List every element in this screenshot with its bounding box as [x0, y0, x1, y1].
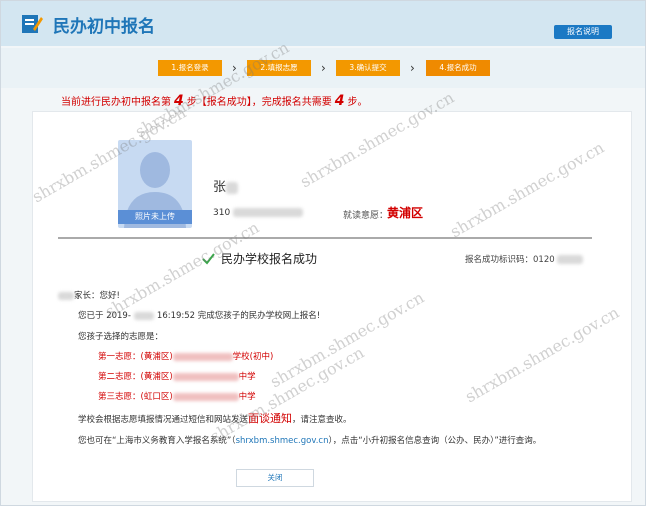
- step-1: 1.报名登录: [158, 60, 222, 76]
- chevron-right-icon: ›: [321, 61, 326, 75]
- check-icon: [202, 253, 215, 265]
- divider: [58, 237, 592, 239]
- school-district: 黄浦区: [387, 206, 424, 220]
- query-suffix: ），点击“小升初报名信息查询（公办、民办）”进行查询。: [328, 436, 542, 446]
- choice-2-suffix: 中学: [238, 372, 256, 382]
- query-hint: 您也可在“上海市义务教育入学报名系统”（shrxbm.shmec.gov.cn）…: [78, 434, 541, 446]
- masked-text: [172, 352, 233, 361]
- notice-suffix: ，请注意查收。: [292, 415, 352, 425]
- current-step: 4: [174, 93, 184, 109]
- submission-prefix: 您已于 2019-: [78, 311, 131, 321]
- result-card: 照片未上传 张 310 就读意愿： 黄浦区 民办学校报名成功 报名成功标识码：0…: [32, 111, 632, 502]
- success-title: 民办学校报名成功: [221, 252, 318, 266]
- progress-prefix: 当前进行民办初中报名第: [61, 97, 171, 108]
- masked-text: [172, 392, 239, 401]
- chevron-right-icon: ›: [232, 61, 237, 75]
- choice-2-prefix: 第二志愿：(黄浦区): [98, 372, 173, 382]
- choice-3-prefix: 第三志愿：(虹口区): [98, 392, 173, 402]
- masked-text: [58, 291, 74, 300]
- step-2: 2.填报志愿: [247, 60, 311, 76]
- masked-text: [172, 372, 239, 381]
- serial-number: 报名成功标识码：0120: [465, 253, 583, 265]
- step-progress-bar: 1.报名登录 › 2.填报志愿 › 3.确认提交 › 4.报名成功: [1, 48, 645, 88]
- progress-message: 当前进行民办初中报名第 4 步【报名成功】，完成报名共需要 4 步。: [61, 93, 368, 109]
- step-4: 4.报名成功: [426, 60, 490, 76]
- notice-highlight: 面谈通知: [248, 412, 293, 425]
- page-title: 民办初中报名: [53, 17, 155, 37]
- choice-1-suffix: 学校(初中): [232, 352, 274, 362]
- choice-1-prefix: 第一志愿：(黄浦区): [98, 352, 173, 362]
- app-header: 民办初中报名 报名说明: [1, 1, 645, 46]
- choice-2: 第二志愿：(黄浦区) 中学: [98, 370, 256, 382]
- avatar-label: 照片未上传: [118, 210, 192, 224]
- student-name-text: 张: [213, 180, 227, 195]
- serial-value: 0120: [533, 255, 555, 265]
- school-label: 就读意愿：: [343, 211, 389, 221]
- notice-prefix: 学校会根据志愿填报情况通过短信和网站发送: [78, 415, 249, 425]
- help-button[interactable]: 报名说明: [554, 25, 612, 39]
- avatar: 照片未上传: [118, 140, 192, 228]
- greeting-text: 家长：您好!: [74, 291, 120, 301]
- progress-suffix: 步。: [347, 97, 368, 108]
- choices-title: 您孩子选择的志愿是：: [78, 332, 164, 342]
- student-id-prefix: 310: [213, 208, 231, 218]
- edit-form-icon: [22, 15, 43, 33]
- serial-label: 报名成功标识码：: [465, 255, 534, 265]
- choice-3-suffix: 中学: [238, 392, 256, 402]
- submission-suffix: 16:19:52 完成您孩子的民办学校网上报名!: [156, 311, 321, 321]
- step-3: 3.确认提交: [336, 60, 400, 76]
- query-prefix: 您也可在“上海市义务教育入学报名系统”（: [78, 436, 236, 446]
- choice-1: 第一志愿：(黄浦区) 学校(初中): [98, 350, 273, 362]
- site-link[interactable]: shrxbm.shmec.gov.cn: [236, 436, 329, 446]
- student-id: 310: [213, 208, 304, 218]
- progress-middle: 步【报名成功】，完成报名共需要: [186, 97, 332, 108]
- submission-time: 您已于 2019- 16:19:52 完成您孩子的民办学校网上报名!: [78, 309, 320, 321]
- masked-text: [233, 208, 304, 217]
- masked-text: [226, 181, 239, 194]
- masked-text: [133, 311, 154, 320]
- greeting: 家长：您好!: [58, 289, 120, 301]
- notice: 学校会根据志愿填报情况通过短信和网站发送面谈通知，请注意查收。: [78, 410, 352, 426]
- close-button[interactable]: 关闭: [236, 469, 314, 487]
- masked-text: [556, 255, 583, 264]
- chevron-right-icon: ›: [410, 61, 415, 75]
- total-steps: 4: [334, 93, 345, 109]
- choice-3: 第三志愿：(虹口区) 中学: [98, 390, 256, 402]
- student-name: 张: [213, 176, 239, 195]
